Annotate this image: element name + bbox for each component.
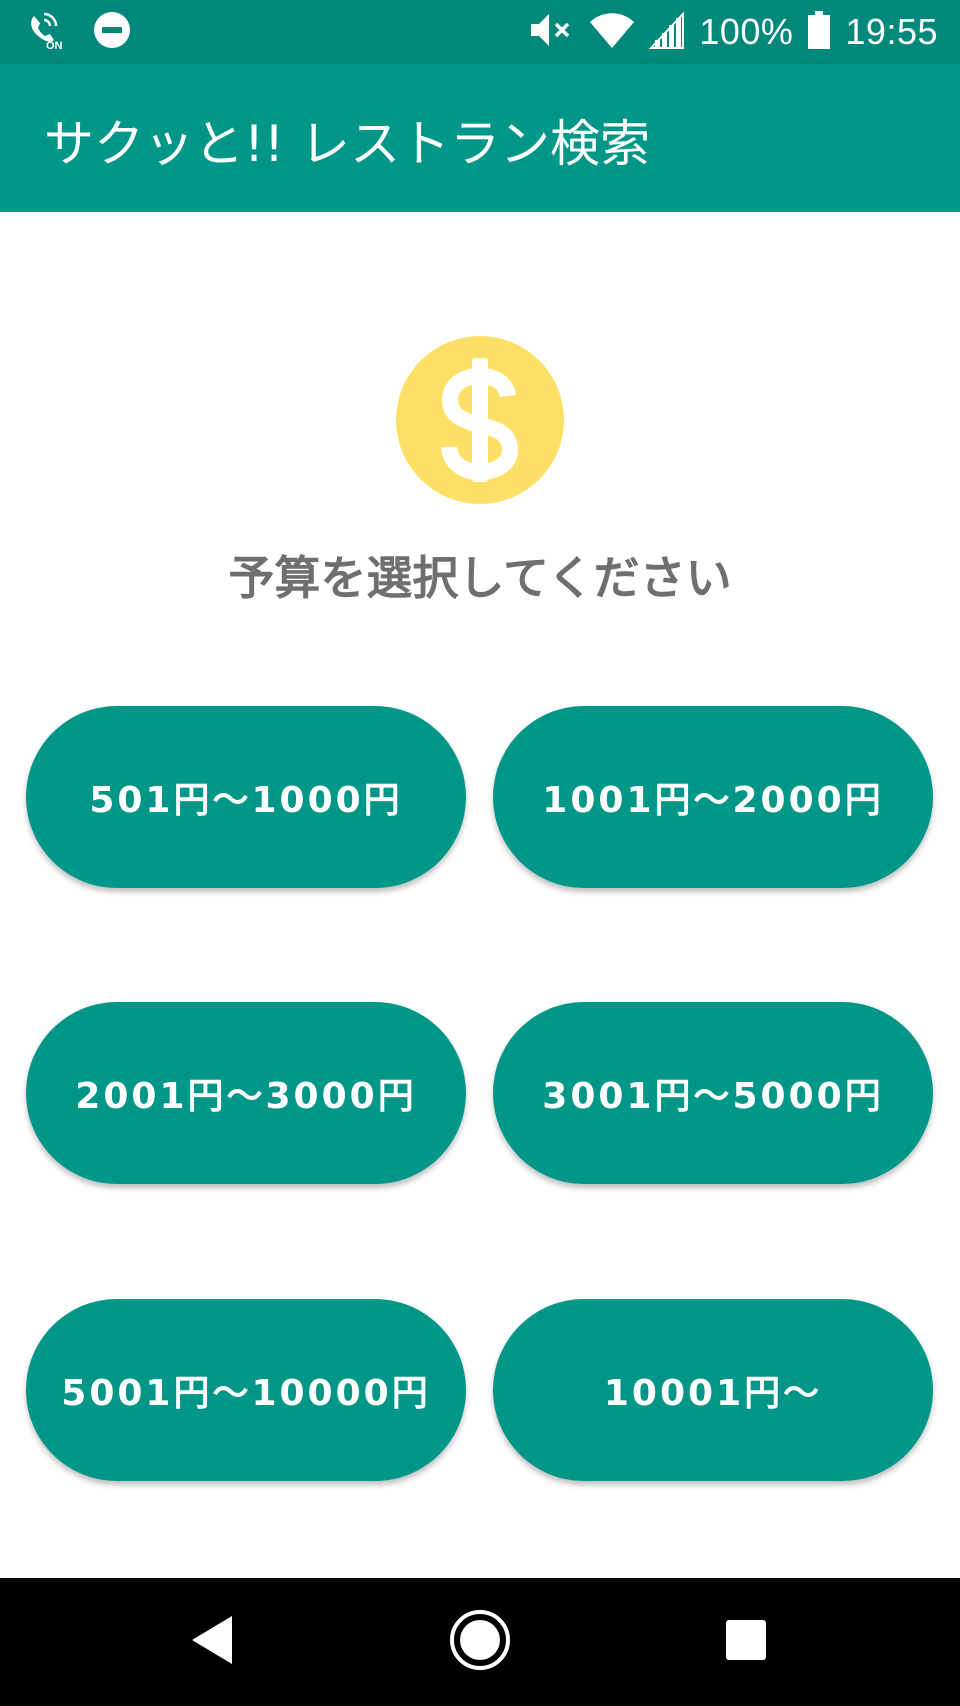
home-button[interactable] xyxy=(440,1602,520,1682)
status-bar: ON 100% 19:55 xyxy=(0,0,960,64)
budget-button-3001-5000[interactable]: 3001円〜5000円 xyxy=(493,1002,933,1184)
cell-signal-icon xyxy=(649,10,685,54)
budget-button-501-1000[interactable]: 501円〜1000円 xyxy=(26,706,466,888)
do-not-disturb-icon xyxy=(92,10,132,54)
back-button[interactable] xyxy=(174,1602,254,1682)
mute-icon xyxy=(529,10,575,54)
app-bar: サクッと!! レストラン検索 xyxy=(0,64,960,212)
budget-button-1001-2000[interactable]: 1001円〜2000円 xyxy=(493,706,933,888)
dollar-coin-icon xyxy=(396,336,564,504)
budget-button-2001-3000[interactable]: 2001円〜3000円 xyxy=(26,1002,466,1184)
battery-icon xyxy=(807,10,831,54)
back-icon xyxy=(186,1612,242,1672)
status-left-icons: ON xyxy=(26,12,132,52)
app-title: サクッと!! レストラン検索 xyxy=(44,115,650,173)
clock: 19:55 xyxy=(845,11,938,52)
recents-button[interactable] xyxy=(706,1602,786,1682)
recents-icon xyxy=(724,1618,768,1666)
wifi-icon xyxy=(589,10,635,54)
budget-prompt: 予算を選択してください xyxy=(228,551,732,605)
status-right-icons: 100% 19:55 xyxy=(529,8,938,56)
budget-selection-screen: 予算を選択してください 501円〜1000円 1001円〜2000円 2001円… xyxy=(0,212,960,1578)
volte-on-icon: ON xyxy=(26,10,66,54)
battery-percent: 100% xyxy=(699,11,794,52)
home-icon xyxy=(448,1608,512,1676)
budget-button-10001-plus[interactable]: 10001円〜 xyxy=(493,1299,933,1481)
svg-text:ON: ON xyxy=(46,40,63,50)
budget-button-5001-10000[interactable]: 5001円〜10000円 xyxy=(26,1299,466,1481)
navigation-bar xyxy=(0,1578,960,1706)
